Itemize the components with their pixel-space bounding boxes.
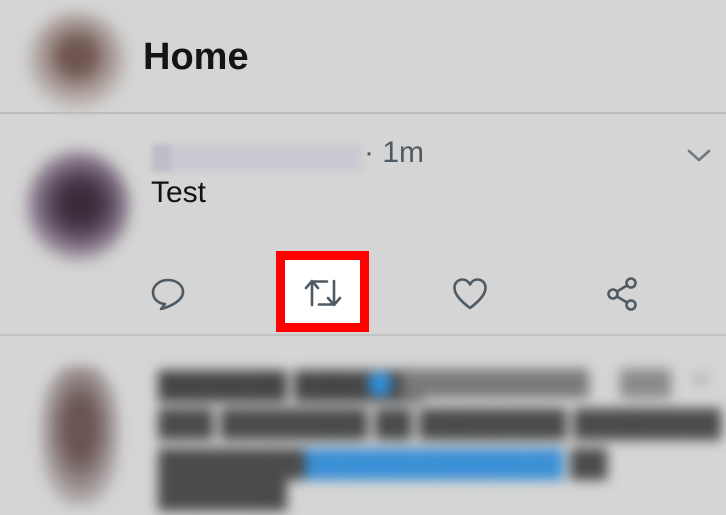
- tweet-author-avatar[interactable]: [40, 366, 120, 506]
- share-icon: [607, 277, 637, 311]
- page-title: Home: [143, 36, 249, 78]
- retweet-button[interactable]: [301, 271, 345, 315]
- chevron-down-icon[interactable]: [686, 146, 712, 166]
- profile-avatar[interactable]: [28, 12, 126, 110]
- chevron-down-icon[interactable]: [690, 370, 712, 388]
- tweet-text-blurred: ███ ████████ ██ ████████ ████████: [158, 408, 722, 438]
- tweet-blurred[interactable]: ███████ ███████ ███████████ ███ ███ ████…: [0, 336, 726, 515]
- tweet-author-handle-blurred[interactable]: [152, 144, 362, 172]
- tweet-text: Test: [151, 176, 207, 209]
- share-button[interactable]: [600, 272, 644, 316]
- tweet-author-handle-blurred: ███████████: [402, 370, 590, 397]
- tweet-timestamp-blurred: ███: [620, 370, 672, 397]
- retweet-icon: [304, 279, 342, 307]
- reply-button[interactable]: [146, 272, 190, 316]
- like-button[interactable]: [448, 272, 492, 316]
- app-header: Home: [0, 0, 726, 114]
- retweet-highlight-box: [276, 251, 369, 332]
- reply-icon: [151, 278, 185, 311]
- verified-badge-icon: [368, 372, 392, 396]
- tweet-text-blurred: ██████████████████████ ██ ███████: [158, 448, 608, 509]
- tweet-timestamp: · 1m: [364, 136, 424, 169]
- tweet-author-avatar[interactable]: [26, 150, 130, 262]
- heart-icon: [453, 278, 487, 310]
